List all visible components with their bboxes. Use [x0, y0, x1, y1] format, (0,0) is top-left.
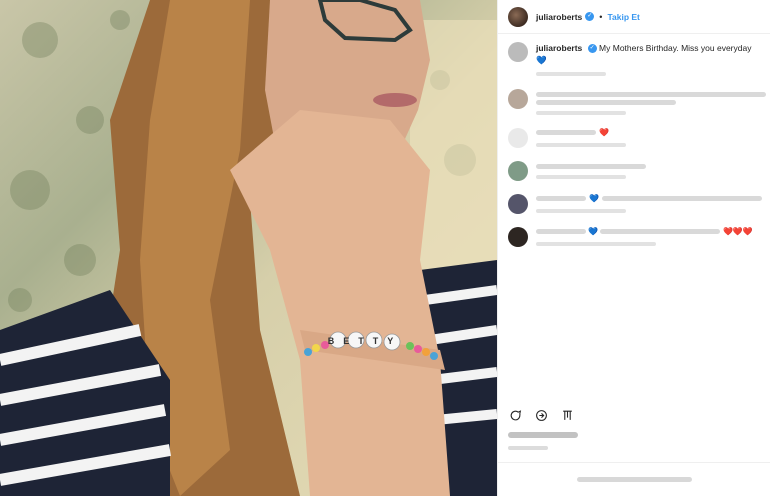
commenter-avatar[interactable]	[508, 227, 528, 247]
author-avatar[interactable]	[508, 6, 528, 27]
comment-item: 💙	[508, 194, 762, 214]
separator-dot: •	[599, 11, 603, 22]
instagram-post-view: BETTY juliaroberts ✓ • Takip Et juliarob…	[0, 0, 770, 496]
comment-text-blurred	[536, 164, 646, 169]
blue-heart-icon: 💙	[536, 55, 547, 65]
comment-meta	[536, 175, 626, 179]
comment-meta	[536, 209, 626, 213]
red-hearts-icon: ❤️❤️❤️	[722, 227, 753, 236]
commenter-avatar[interactable]	[508, 128, 528, 148]
post-actions	[508, 408, 574, 422]
comment-text-blurred	[536, 196, 586, 201]
commenter-avatar[interactable]	[508, 89, 528, 109]
comment-meta	[536, 242, 656, 246]
blue-heart-icon: 💙	[589, 194, 599, 203]
author-avatar[interactable]	[508, 42, 528, 62]
comment-text-blurred	[599, 229, 720, 234]
caption-item: juliaroberts ✓ My Mothers Birthday. Miss…	[508, 42, 760, 76]
comment-text-blurred	[536, 92, 766, 97]
caption-meta	[536, 72, 606, 76]
follow-button[interactable]: Takip Et	[607, 12, 639, 22]
comment-text-blurred	[536, 100, 676, 105]
comment-text-blurred	[536, 229, 586, 234]
comment-item: 💙 ❤️❤️❤️	[508, 227, 760, 247]
caption-text: juliaroberts ✓ My Mothers Birthday. Miss…	[536, 42, 760, 66]
photo-illustration: BETTY	[0, 0, 497, 496]
author-username[interactable]: juliaroberts	[536, 12, 582, 22]
commenter-avatar[interactable]	[508, 194, 528, 214]
comment-text-blurred	[601, 196, 762, 201]
comment-icon[interactable]	[508, 408, 522, 422]
caption-body: My Mothers Birthday. Miss you everyday	[599, 43, 752, 53]
add-comment-area[interactable]	[498, 462, 770, 496]
red-heart-icon: ❤️	[599, 128, 609, 137]
comment-meta	[536, 111, 626, 115]
post-header: juliaroberts ✓ • Takip Et	[498, 0, 770, 34]
bookmark-icon[interactable]	[560, 408, 574, 422]
post-date-blurred	[508, 446, 548, 450]
comment-item	[508, 161, 760, 181]
post-sidebar: juliaroberts ✓ • Takip Et juliaroberts ✓…	[497, 0, 770, 496]
comments-list: juliaroberts ✓ My Mothers Birthday. Miss…	[498, 34, 770, 247]
share-icon[interactable]	[534, 408, 548, 422]
comment-item: ❤️	[508, 128, 760, 148]
comment-item	[508, 89, 766, 115]
comment-text-blurred	[536, 130, 596, 135]
post-photo[interactable]: BETTY	[0, 0, 497, 496]
verified-icon: ✓	[587, 44, 597, 54]
caption-author[interactable]: juliaroberts	[536, 43, 582, 53]
bracelet-text: BETTY	[328, 336, 403, 346]
comment-meta	[536, 143, 626, 147]
add-comment-text-blurred	[577, 477, 692, 482]
blue-heart-icon: 💙	[588, 227, 598, 236]
likes-count-blurred[interactable]	[508, 432, 578, 438]
verified-icon: ✓	[585, 12, 595, 21]
commenter-avatar[interactable]	[508, 161, 528, 181]
